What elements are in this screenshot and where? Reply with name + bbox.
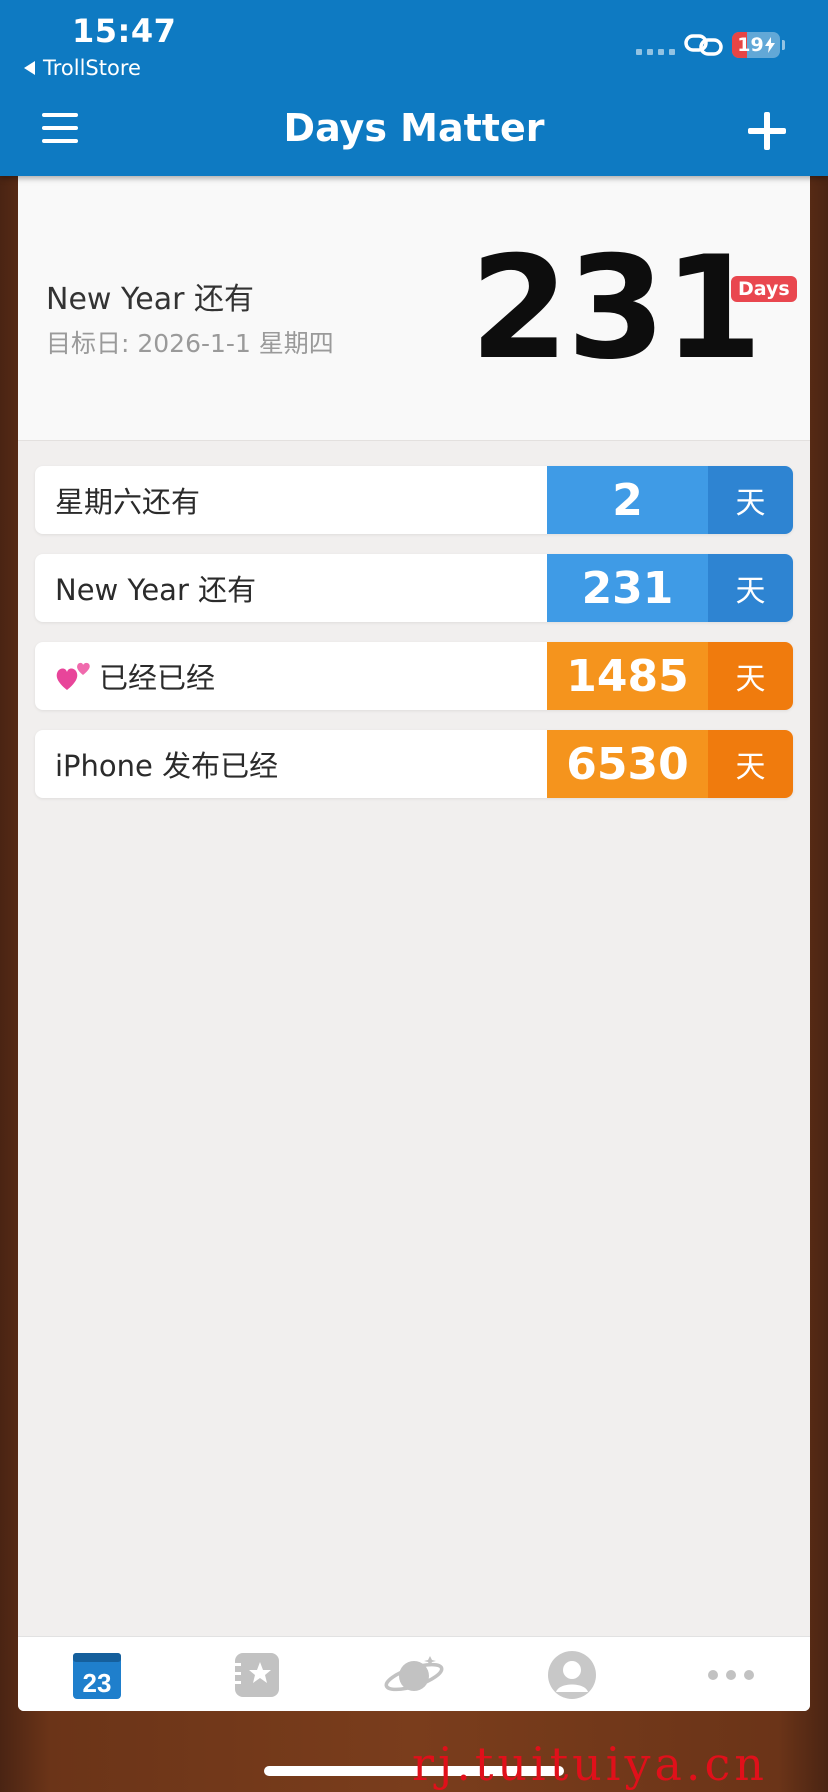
event-row[interactable]: iPhone 发布已经 6530 天: [35, 730, 793, 798]
more-icon: [707, 1669, 754, 1680]
battery-indicator: 19: [732, 31, 785, 59]
back-arrow-icon: [24, 61, 35, 75]
event-label: 已经已经: [35, 642, 547, 710]
add-event-button[interactable]: [748, 112, 786, 150]
tab-profile[interactable]: [493, 1637, 651, 1711]
event-unit: 天: [708, 466, 793, 534]
calendar-icon: 23: [73, 1652, 122, 1699]
event-list: 星期六还有 2 天 New Year 还有 231 天 已经已经 1485 天: [35, 466, 793, 818]
watermark-text: rj.tuituiya.cn: [412, 1737, 768, 1791]
two-hearts-icon: [56, 662, 90, 690]
tab-discover[interactable]: [335, 1637, 493, 1711]
cellular-signal-icon: [636, 49, 675, 55]
event-count: 1485: [547, 642, 708, 710]
tab-favorites[interactable]: [176, 1637, 334, 1711]
event-count: 6530: [547, 730, 708, 798]
event-label: 星期六还有: [55, 485, 201, 519]
event-count: 231: [547, 554, 708, 622]
event-row[interactable]: 已经已经 1485 天: [35, 642, 793, 710]
event-unit: 天: [708, 554, 793, 622]
main-card: New Year 还有 目标日: 2026-1-1 星期四 231 Days 星…: [18, 176, 810, 1711]
featured-event-count: 231: [470, 226, 762, 391]
app-header: 15:47 TrollStore 19 Days Matter: [0, 0, 828, 176]
tab-bar: 23: [18, 1636, 810, 1711]
charging-bolt-icon: [764, 37, 775, 53]
event-count: 2: [547, 466, 708, 534]
profile-icon: [548, 1650, 597, 1699]
event-unit: 天: [708, 642, 793, 710]
back-to-app-link[interactable]: TrollStore: [24, 56, 141, 80]
planet-icon: [384, 1655, 444, 1691]
featured-event-target-date: 目标日: 2026-1-1 星期四: [46, 329, 334, 358]
event-unit: 天: [708, 730, 793, 798]
featured-event-card[interactable]: New Year 还有 目标日: 2026-1-1 星期四 231 Days: [18, 176, 810, 441]
event-row[interactable]: New Year 还有 231 天: [35, 554, 793, 622]
featured-event-unit-badge: Days: [731, 276, 797, 302]
star-list-icon: [232, 1652, 279, 1697]
status-time: 15:47: [72, 12, 177, 50]
event-label: New Year 还有: [55, 573, 257, 607]
battery-percentage: 19: [737, 34, 764, 56]
event-row[interactable]: 星期六还有 2 天: [35, 466, 793, 534]
event-label: iPhone 发布已经: [55, 749, 279, 783]
back-app-label: TrollStore: [43, 56, 141, 80]
svg-text:23: 23: [83, 1668, 112, 1698]
link-icon: [684, 34, 723, 56]
tab-calendar[interactable]: 23: [18, 1637, 176, 1711]
tab-more[interactable]: [652, 1637, 810, 1711]
nav-title: Days Matter: [283, 106, 545, 150]
featured-event-title: New Year 还有: [46, 282, 255, 317]
